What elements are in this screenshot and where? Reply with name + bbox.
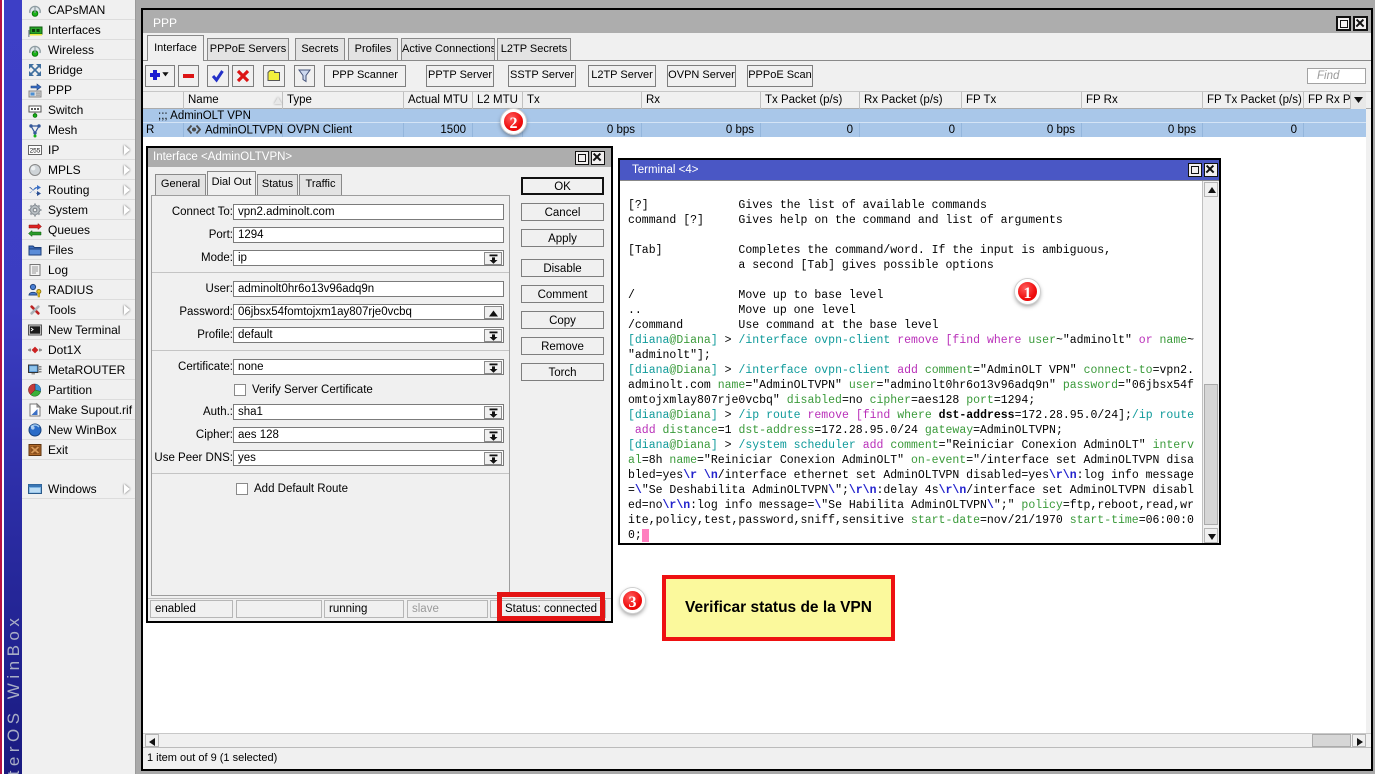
svg-text:255: 255	[30, 148, 41, 155]
